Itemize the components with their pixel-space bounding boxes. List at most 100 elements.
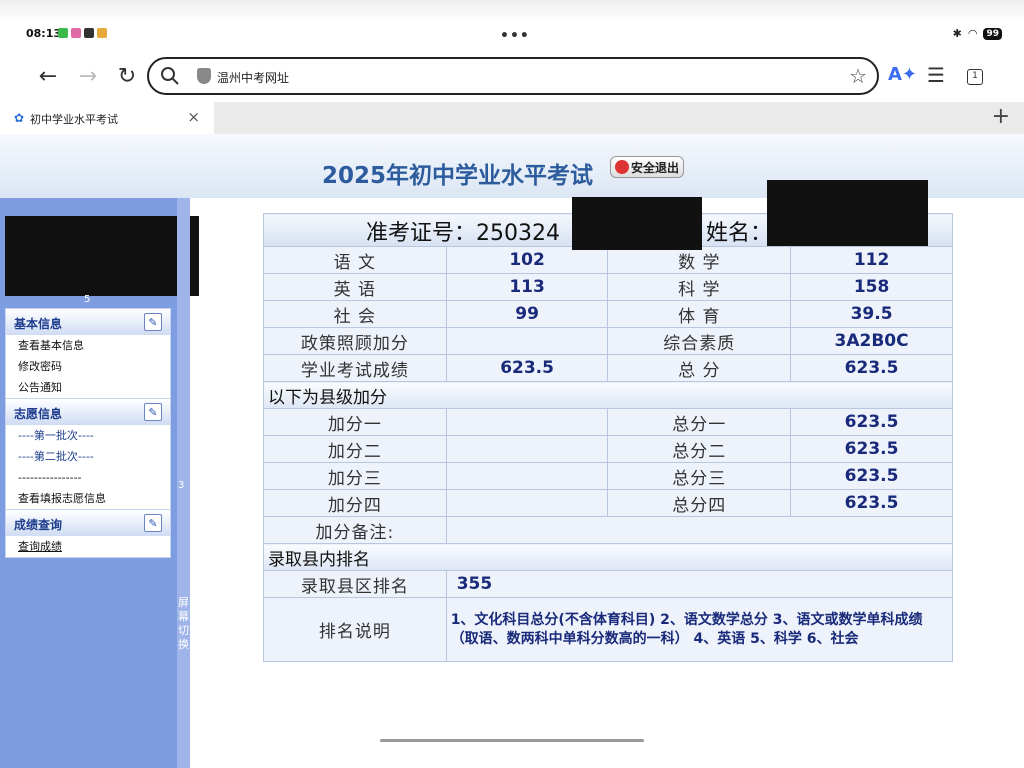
logout-button[interactable]: 安全退出: [610, 156, 685, 178]
table-row: 加分一 总分一 623.5: [263, 408, 953, 436]
top-blur: [0, 0, 1024, 22]
app-icon: [71, 28, 81, 38]
menu-group-volunteer: 志愿信息 ✎ ----第一批次---- ----第二批次---- -------…: [5, 398, 171, 510]
menu-item-query-score[interactable]: 查询成绩: [6, 536, 170, 557]
logout-icon: [615, 160, 629, 174]
total-value: 623.5: [790, 489, 953, 517]
wifi-icon: ◠: [967, 27, 978, 40]
tab-count-button[interactable]: 1: [967, 69, 983, 85]
table-row: 政策照顾加分 综合素质 3A2B0C: [263, 327, 953, 355]
menu-item-notice[interactable]: 公告通知: [6, 377, 170, 398]
bonus-value: [445, 435, 609, 463]
subject-score: 3A2B0C: [790, 327, 953, 355]
weibo-icon: [97, 28, 107, 38]
menu-head-volunteer[interactable]: 志愿信息 ✎: [6, 399, 170, 425]
table-row: 录取县区排名 355: [263, 570, 954, 598]
subject-label: 科 学: [607, 273, 792, 301]
menu-icon[interactable]: ☰: [927, 63, 945, 87]
subject-score: 623.5: [790, 354, 953, 382]
menu-head-basic[interactable]: 基本信息 ✎: [6, 309, 170, 335]
subject-label: 英 语: [263, 273, 447, 301]
subject-score: 158: [790, 273, 953, 301]
subject-score: 623.5: [445, 354, 609, 382]
subject-label: 数 学: [607, 246, 792, 274]
back-icon[interactable]: ←: [34, 64, 62, 90]
bookmark-star-icon[interactable]: ☆: [849, 64, 867, 88]
table-row: 加分二 总分二 623.5: [263, 435, 953, 463]
splitter-number: 3: [178, 480, 185, 491]
menu-item-view-volunteer[interactable]: 查看填报志愿信息: [6, 488, 170, 509]
total-value: 623.5: [790, 408, 953, 436]
menu-head-label: 成绩查询: [14, 518, 63, 532]
menu-head-label: 志愿信息: [14, 407, 63, 421]
table-row: 加分四 总分四 623.5: [263, 489, 953, 517]
menu-item-view-info[interactable]: 查看基本信息: [6, 335, 170, 356]
rank-desc-label: 排名说明: [263, 597, 447, 662]
close-icon[interactable]: ×: [187, 108, 200, 126]
reload-icon[interactable]: ↻: [113, 64, 141, 90]
table-row: 加分三 总分三 623.5: [263, 462, 953, 490]
menu-item-divider: ----------------: [18, 471, 82, 484]
edit-icon: ✎: [144, 403, 162, 421]
bonus-value: [445, 489, 609, 517]
menu-head-label: 基本信息: [14, 317, 63, 331]
subject-score: 113: [445, 273, 609, 301]
student-name-label: 姓名：: [706, 221, 773, 246]
address-bar[interactable]: 温州中考网址 ☆: [147, 57, 879, 95]
rank-value: 355: [445, 570, 954, 598]
security-shield-icon[interactable]: [197, 68, 211, 84]
total-value: 623.5: [790, 435, 953, 463]
bonus-label: 加分三: [263, 462, 447, 490]
ai-assistant-icon[interactable]: A✦: [888, 64, 917, 85]
subject-label: 综合素质: [607, 327, 792, 355]
menu-group-score: 成绩查询 ✎ 查询成绩: [5, 509, 171, 558]
subject-score: 102: [445, 246, 609, 274]
forward-icon[interactable]: →: [74, 64, 102, 90]
tab-strip: ✿ 初中学业水平考试 × +: [0, 102, 1024, 134]
subject-score: 112: [790, 246, 953, 274]
screen-switch-toggle[interactable]: 屏幕切换: [178, 596, 190, 652]
menu-item-label: 查询成绩: [18, 540, 62, 553]
sidebar-number: 5: [84, 294, 91, 305]
menu-head-score[interactable]: 成绩查询 ✎: [6, 510, 170, 536]
search-icon: [161, 67, 179, 85]
table-row: 社 会 99 体 育 39.5: [263, 300, 953, 328]
subject-label: 学业考试成绩: [263, 354, 447, 382]
bonus-value: [445, 408, 609, 436]
subject-label: 语 文: [263, 246, 447, 274]
score-table: 准考证号：250324 姓名： 语 文 102 数 学 112 英 语 113 …: [263, 213, 954, 662]
total-label: 总分二: [607, 435, 792, 463]
total-label: 总分三: [607, 462, 792, 490]
rank-label: 录取县区排名: [263, 570, 447, 598]
bonus-label: 加分四: [263, 489, 447, 517]
multitask-dots[interactable]: •••: [500, 28, 530, 44]
table-row: 学业考试成绩 623.5 总 分 623.5: [263, 354, 953, 382]
section-row: 录取县内排名: [263, 543, 953, 571]
status-bar: 08:13 ••• ✱ ◠ 99: [0, 0, 1024, 44]
subject-label: 体 育: [607, 300, 792, 328]
menu-group-basic: 基本信息 ✎ 查看基本信息 修改密码 公告通知: [5, 308, 171, 399]
status-app-icons: [58, 28, 107, 38]
menu-item-batch-1[interactable]: ----第一批次----: [6, 425, 170, 446]
logout-label: 安全退出: [631, 160, 680, 175]
subject-label: 社 会: [263, 300, 447, 328]
paw-icon: ✿: [14, 111, 25, 125]
subject-label: 政策照顾加分: [263, 327, 447, 355]
menu-item-change-password[interactable]: 修改密码: [6, 356, 170, 377]
rank-section-title: 录取县内排名: [263, 543, 953, 571]
browser-nav-bar: ← → ↻ 温州中考网址 ☆ A✦ ☰ 1: [0, 52, 1024, 102]
rank-desc: 1、文化科目总分(不含体育科目) 2、语文数学总分 3、语文或数学单科成绩（取语…: [445, 597, 954, 662]
bonus-section-title: 以下为县级加分: [263, 381, 953, 409]
redacted-name: [767, 180, 928, 246]
menu-item-batch-2[interactable]: ----第二批次----: [6, 446, 170, 467]
subject-score: [445, 327, 609, 355]
new-tab-icon[interactable]: +: [992, 104, 1010, 129]
total-label: 总分四: [607, 489, 792, 517]
url-text[interactable]: 温州中考网址: [217, 69, 289, 86]
tab-exam[interactable]: ✿ 初中学业水平考试 ×: [0, 102, 214, 134]
bonus-label: 加分二: [263, 435, 447, 463]
table-row: 排名说明 1、文化科目总分(不含体育科目) 2、语文数学总分 3、语文或数学单科…: [263, 597, 954, 662]
redacted-exam-number: [572, 197, 702, 250]
user-info-redacted: [5, 216, 199, 296]
home-indicator[interactable]: [380, 739, 644, 742]
